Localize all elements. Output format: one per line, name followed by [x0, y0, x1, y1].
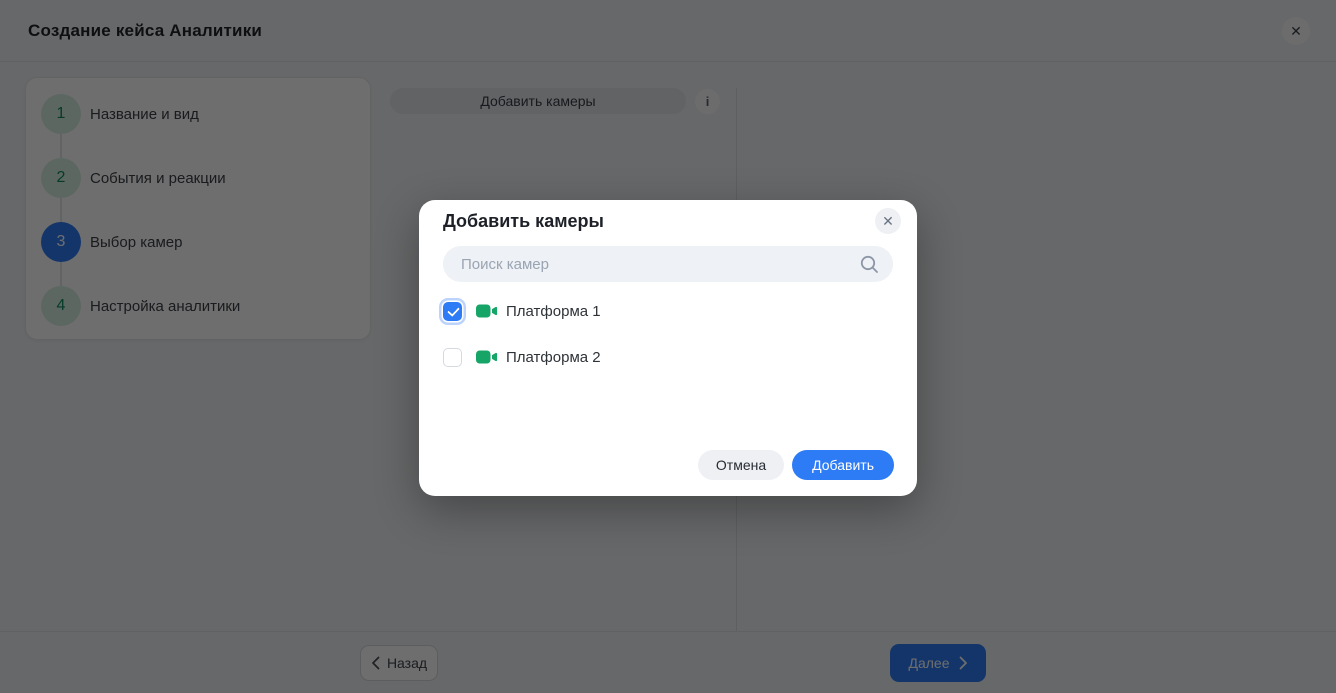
modal-close-button[interactable]: ✕	[875, 208, 901, 234]
camera-checkbox[interactable]	[443, 348, 462, 367]
camera-list-item[interactable]: Платформа 1	[443, 301, 601, 321]
submit-button[interactable]: Добавить	[792, 450, 894, 480]
cancel-button[interactable]: Отмена	[698, 450, 784, 480]
modal-title: Добавить камеры	[443, 211, 604, 232]
video-camera-icon	[476, 349, 498, 365]
modal-actions: Отмена Добавить	[698, 450, 894, 480]
camera-search-input[interactable]	[443, 246, 893, 282]
camera-checkbox[interactable]	[443, 302, 462, 321]
camera-label: Платформа 1	[506, 303, 601, 320]
camera-list-item[interactable]: Платформа 2	[443, 347, 601, 367]
video-camera-icon	[476, 303, 498, 319]
search-icon	[860, 255, 879, 274]
camera-label: Платформа 2	[506, 349, 601, 366]
close-icon: ✕	[882, 213, 894, 230]
camera-search-field	[443, 246, 893, 282]
add-cameras-modal: Добавить камеры ✕ Платформа 1 Платформа …	[419, 200, 917, 496]
